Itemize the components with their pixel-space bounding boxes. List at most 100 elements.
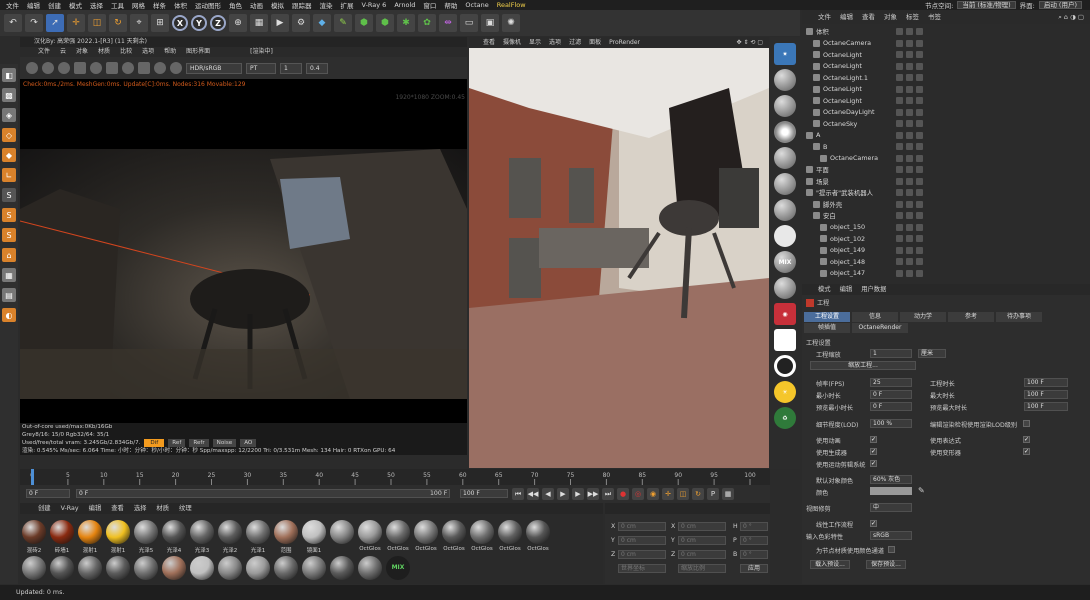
send-scene-icon[interactable] [26, 62, 38, 74]
lv-value-1[interactable]: 1 [280, 62, 302, 74]
key-rotation-icon[interactable]: ↻ [692, 488, 704, 500]
menu-item-create[interactable]: 创建 [48, 0, 61, 10]
menu-item-vray[interactable]: V-Ray 6 [362, 1, 387, 9]
object-tag-icon[interactable] [906, 108, 913, 116]
material-swatch[interactable]: 混射1 [78, 520, 102, 554]
menu-item-help[interactable]: 帮助 [444, 0, 457, 10]
menu-item-extensions[interactable]: 扩展 [341, 0, 354, 10]
scale-project-button[interactable]: 缩放工程... [810, 361, 916, 370]
object-tag-icon[interactable] [906, 223, 913, 231]
material-swatch[interactable]: OctGlos [526, 520, 550, 554]
object-tag-icon[interactable] [916, 212, 923, 220]
select-tool-icon[interactable]: ➚ [46, 14, 64, 32]
menu-item-mode[interactable]: 模式 [69, 0, 82, 10]
menu-item-simulate[interactable]: 模拟 [271, 0, 284, 10]
x-size-input[interactable]: 0 cm [678, 522, 726, 531]
motion-system-checkbox[interactable]: ✓ [870, 460, 877, 467]
light-icon[interactable]: ✺ [502, 14, 520, 32]
object-tag-icon[interactable] [906, 200, 913, 208]
render-settings-icon[interactable]: ⚙ [292, 14, 310, 32]
settings-gear-icon[interactable] [90, 62, 102, 74]
playhead[interactable] [31, 469, 34, 485]
material-swatch[interactable]: OctGlos [442, 520, 466, 554]
vp-menu-display[interactable]: 显示 [529, 37, 541, 48]
prev-key-icon[interactable]: ◀◀ [527, 488, 539, 500]
cloner-icon[interactable]: ⬢ [376, 14, 394, 32]
add-icon[interactable] [138, 62, 150, 74]
om-menu-bookmarks[interactable]: 书签 [928, 10, 941, 24]
object-tag-icon[interactable] [896, 269, 903, 277]
move-tool-icon[interactable]: ✛ [67, 14, 85, 32]
axis-mode-icon[interactable]: ∟ [2, 168, 16, 182]
material-swatch[interactable]: 砖墙1 [50, 520, 74, 554]
lv-value-2[interactable]: 0.4 [306, 62, 328, 74]
object-tag-icon[interactable] [906, 154, 913, 162]
material-ball-icon[interactable] [330, 556, 354, 580]
recent-tool-icon[interactable]: ⌖ [130, 14, 148, 32]
object-tag-icon[interactable] [906, 120, 913, 128]
om-menu-tags[interactable]: 标签 [906, 10, 919, 24]
key-scale-icon[interactable]: ◫ [677, 488, 689, 500]
material-ball-icon[interactable] [218, 556, 242, 580]
node-material-checkbox[interactable] [888, 546, 895, 553]
object-row[interactable]: OctaneSky [802, 118, 1090, 130]
menu-item-realflow[interactable]: RealFlow [497, 1, 526, 9]
om-menu-file[interactable]: 文件 [818, 10, 831, 24]
cube-primitive-icon[interactable]: ◆ [313, 14, 331, 32]
pass-refr[interactable]: Refr [189, 439, 209, 447]
object-tag-icon[interactable] [916, 108, 923, 116]
polygons-mode-icon[interactable]: ◆ [2, 148, 16, 162]
object-tag-icon[interactable] [906, 74, 913, 82]
min-time-input[interactable]: 0 F [870, 390, 912, 399]
object-row[interactable]: OctaneLight [802, 49, 1090, 61]
texture-mode-icon[interactable]: ▩ [2, 88, 16, 102]
current-frame-input[interactable]: 0 F [26, 489, 70, 498]
object-row[interactable]: OctaneDayLight [802, 107, 1090, 119]
menu-item-spline[interactable]: 样条 [153, 0, 166, 10]
object-row[interactable]: object_148 [802, 256, 1090, 268]
next-key-icon[interactable]: ▶▶ [587, 488, 599, 500]
object-tag-icon[interactable] [896, 97, 903, 105]
coordinate-system-icon[interactable]: ⊕ [229, 14, 247, 32]
y-size-input[interactable]: 0 cm [678, 536, 726, 545]
z-input[interactable]: 0 cm [618, 550, 666, 559]
key-pla-icon[interactable]: ▦ [722, 488, 734, 500]
object-tag-icon[interactable] [906, 97, 913, 105]
kernel-select[interactable]: PT [246, 62, 276, 74]
use-expressions-checkbox[interactable]: ✓ [1023, 436, 1030, 443]
play-icon[interactable]: ▶ [557, 488, 569, 500]
use-generators-checkbox[interactable]: ✓ [870, 448, 877, 455]
render-view-icon[interactable]: ▦ [250, 14, 268, 32]
goto-start-icon[interactable]: ⏮ [512, 488, 524, 500]
object-tag-icon[interactable] [906, 143, 913, 151]
restart-render-icon[interactable] [42, 62, 54, 74]
linear-workflow-checkbox[interactable]: ✓ [870, 520, 877, 527]
mat-menu-texture[interactable]: 纹理 [179, 503, 192, 514]
object-tag-icon[interactable] [916, 51, 923, 59]
menu-item-tracker[interactable]: 跟踪器 [292, 0, 312, 10]
object-tag-icon[interactable] [906, 177, 913, 185]
object-tag-icon[interactable] [896, 246, 903, 254]
object-tag-icon[interactable] [896, 120, 903, 128]
camera-icon[interactable]: ▣ [481, 14, 499, 32]
material-swatch[interactable]: 光泽3 [190, 520, 214, 554]
object-tag-icon[interactable] [916, 269, 923, 277]
y-axis-icon[interactable]: Y [191, 15, 207, 31]
use-deformers-checkbox[interactable]: ✓ [1023, 448, 1030, 455]
object-row[interactable]: OctaneLight.1 [802, 72, 1090, 84]
material-ball-icon[interactable] [190, 556, 214, 580]
perspective-viewport[interactable] [469, 48, 769, 468]
scale-tool-icon[interactable]: ◫ [88, 14, 106, 32]
object-tag-icon[interactable] [896, 223, 903, 231]
material-ball-icon[interactable] [162, 556, 186, 580]
mat-menu-view[interactable]: 查看 [111, 503, 124, 514]
object-tag-icon[interactable] [916, 189, 923, 197]
lock-workplane-icon[interactable]: ⌂ [2, 248, 16, 262]
model-mode-icon[interactable]: ◧ [2, 68, 16, 82]
object-row[interactable]: object_147 [802, 268, 1090, 280]
prev-frame-icon[interactable]: ◀ [542, 488, 554, 500]
symmetry-icon[interactable]: ⇹ [439, 14, 457, 32]
object-row[interactable]: 脚外壳 [802, 199, 1090, 211]
material-swatch[interactable]: 光泽1 [246, 520, 270, 554]
vp-menu-filter[interactable]: 过滤 [569, 37, 581, 48]
